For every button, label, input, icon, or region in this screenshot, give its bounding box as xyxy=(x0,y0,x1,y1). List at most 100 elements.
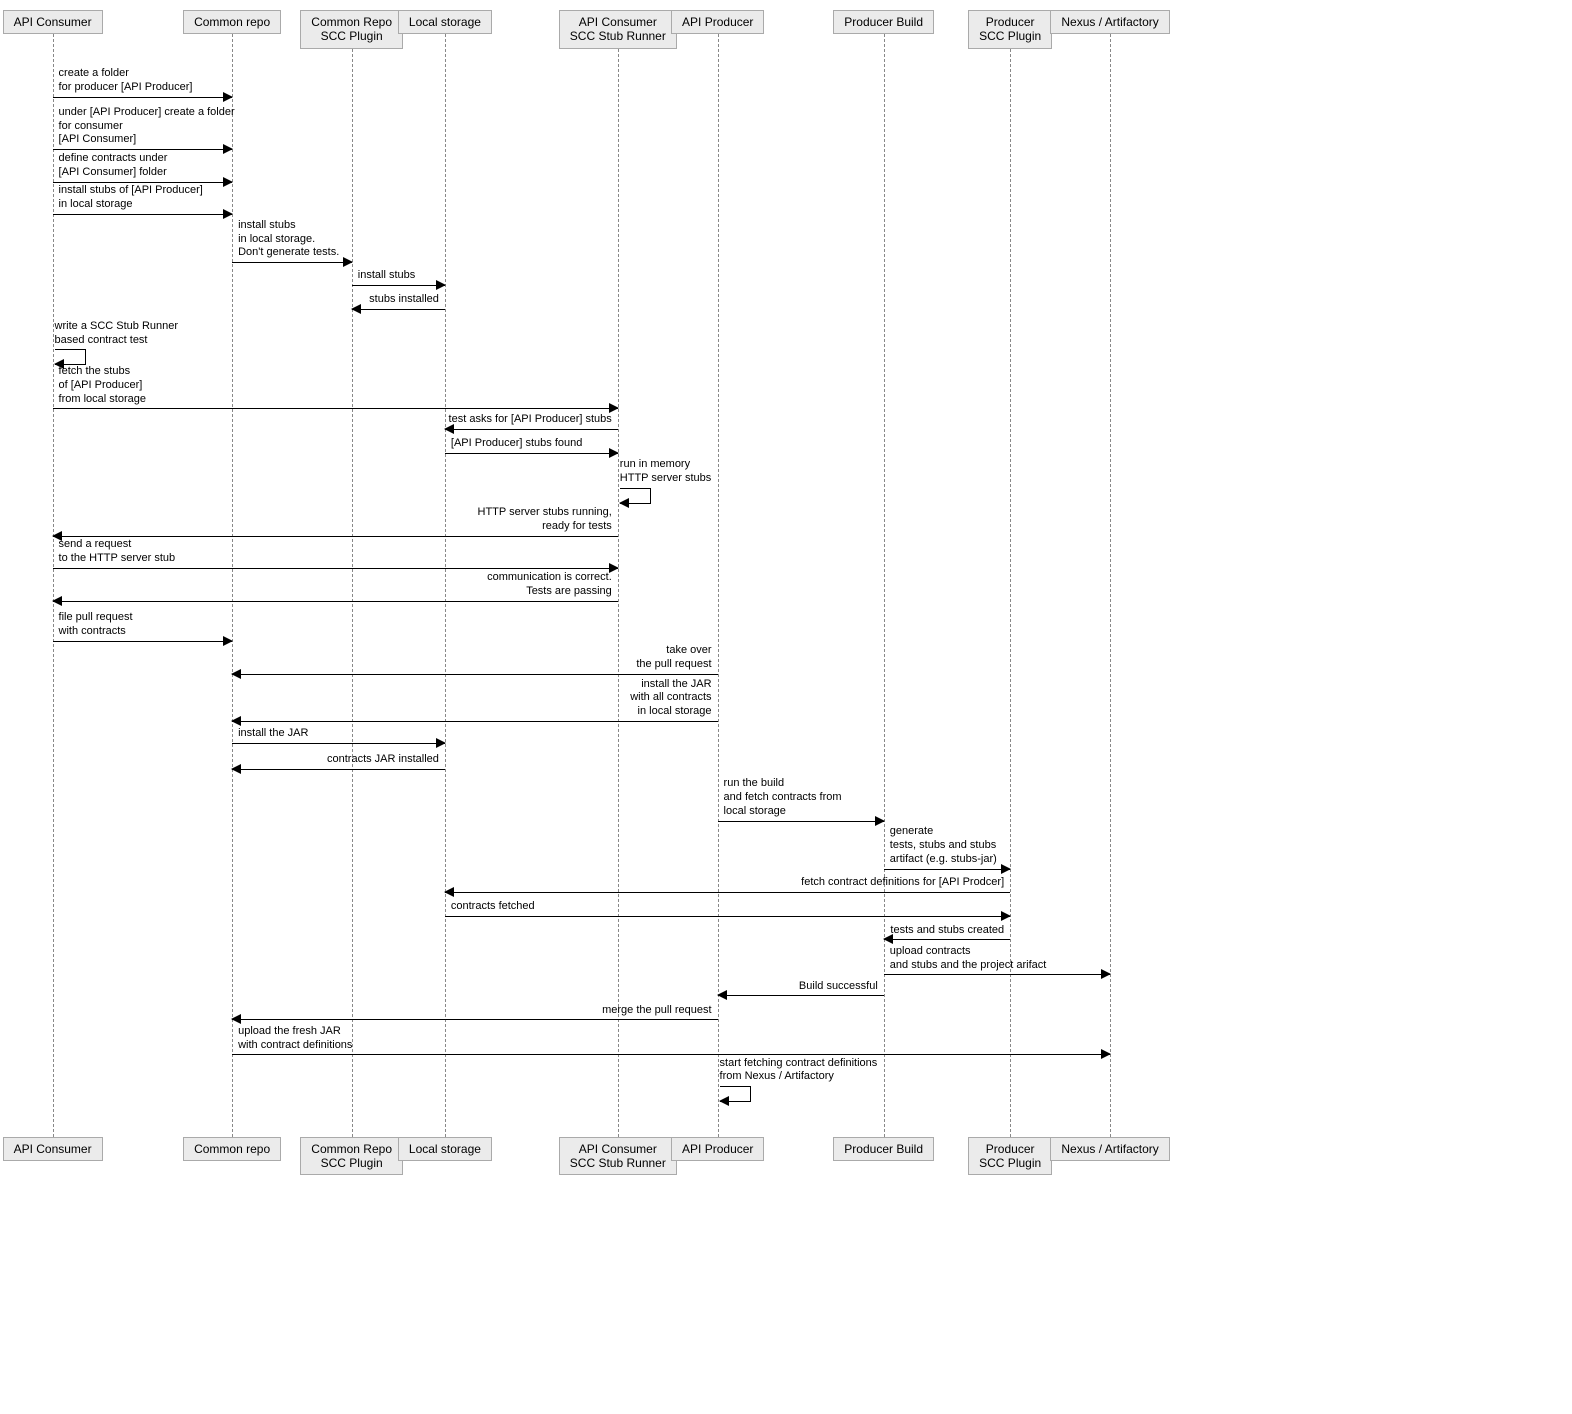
message-label: Build successful xyxy=(718,980,884,996)
arrow-right-icon xyxy=(343,257,353,267)
message-label: stubs installed xyxy=(352,293,445,309)
participant-common-repo-scc-top: Common Repo SCC Plugin xyxy=(300,10,403,49)
message-label: send a request to the HTTP server stub xyxy=(53,538,618,568)
arrow-right-icon xyxy=(875,816,885,826)
message-3: install stubs of [API Producer] in local… xyxy=(53,184,233,215)
message-label: test asks for [API Producer] stubs xyxy=(445,413,618,429)
lifeline-api-consumer-stub xyxy=(618,49,619,1137)
arrow-left-icon xyxy=(351,304,361,314)
message-29: start fetching contract definitions from… xyxy=(720,1057,878,1103)
participant-local-storage-top: Local storage xyxy=(398,10,492,34)
arrow-left-icon xyxy=(231,716,241,726)
arrow-left-icon xyxy=(444,887,454,897)
message-label: upload contracts and stubs and the proje… xyxy=(884,945,1110,975)
message-label: install stubs in local storage. Don't ge… xyxy=(232,219,352,262)
message-label: install stubs of [API Producer] in local… xyxy=(53,184,233,214)
arrow-right-icon xyxy=(609,448,619,458)
message-12: HTTP server stubs running, ready for tes… xyxy=(53,506,618,537)
participant-common-repo-top: Common repo xyxy=(183,10,281,34)
arrow-right-icon xyxy=(223,209,233,219)
message-8: fetch the stubs of [API Producer] from l… xyxy=(53,365,618,409)
message-22: fetch contract definitions for [API Prod… xyxy=(445,876,1010,893)
message-10: [API Producer] stubs found xyxy=(445,437,618,454)
message-26: Build successful xyxy=(718,980,884,997)
lifeline-api-producer xyxy=(718,34,719,1137)
message-label: generate tests, stubs and stubs artifact… xyxy=(884,825,1010,868)
participant-api-consumer-stub-top: API Consumer SCC Stub Runner xyxy=(559,10,677,49)
message-label: start fetching contract definitions from… xyxy=(720,1057,878,1087)
arrow-left-icon xyxy=(444,424,454,434)
message-label: file pull request with contracts xyxy=(53,611,233,641)
message-label: install stubs xyxy=(352,269,445,285)
message-label: HTTP server stubs running, ready for tes… xyxy=(53,506,618,536)
message-16: take over the pull request xyxy=(232,644,717,675)
message-5: install stubs xyxy=(352,269,445,286)
message-19: contracts JAR installed xyxy=(232,753,445,770)
message-25: upload contracts and stubs and the proje… xyxy=(884,945,1110,976)
message-label: run the build and fetch contracts from l… xyxy=(718,777,884,820)
message-label: define contracts under [API Consumer] fo… xyxy=(53,152,233,182)
message-7: write a SCC Stub Runner based contract t… xyxy=(55,320,179,366)
message-15: file pull request with contracts xyxy=(53,611,233,642)
message-label: upload the fresh JAR with contract defin… xyxy=(232,1025,1110,1055)
message-label: create a folder for producer [API Produc… xyxy=(53,67,233,97)
message-28: upload the fresh JAR with contract defin… xyxy=(232,1025,1110,1056)
participant-local-storage-bottom: Local storage xyxy=(398,1137,492,1161)
message-0: create a folder for producer [API Produc… xyxy=(53,67,233,98)
message-27: merge the pull request xyxy=(232,1004,717,1021)
arrow-left-icon xyxy=(883,934,893,944)
arrow-left-icon xyxy=(717,990,727,1000)
message-17: install the JAR with all contracts in lo… xyxy=(232,678,717,722)
arrow-right-icon xyxy=(223,92,233,102)
participant-api-consumer-top: API Consumer xyxy=(3,10,103,34)
message-24: tests and stubs created xyxy=(884,924,1010,941)
message-label: write a SCC Stub Runner based contract t… xyxy=(55,320,179,350)
message-label: install the JAR xyxy=(232,727,445,743)
participant-nexus-bottom: Nexus / Artifactory xyxy=(1050,1137,1169,1161)
arrow-left-icon xyxy=(52,596,62,606)
participant-nexus-top: Nexus / Artifactory xyxy=(1050,10,1169,34)
participant-producer-build-bottom: Producer Build xyxy=(833,1137,934,1161)
message-label: fetch contract definitions for [API Prod… xyxy=(445,876,1010,892)
message-label: tests and stubs created xyxy=(884,924,1010,940)
arrow-right-icon xyxy=(436,738,446,748)
message-label: contracts JAR installed xyxy=(232,753,445,769)
participant-api-producer-bottom: API Producer xyxy=(671,1137,764,1161)
participant-producer-build-top: Producer Build xyxy=(833,10,934,34)
message-13: send a request to the HTTP server stub xyxy=(53,538,618,569)
arrow-left-icon xyxy=(231,764,241,774)
message-11: run in memory HTTP server stubs xyxy=(620,458,712,504)
message-9: test asks for [API Producer] stubs xyxy=(445,413,618,430)
message-21: generate tests, stubs and stubs artifact… xyxy=(884,825,1010,869)
message-label: [API Producer] stubs found xyxy=(445,437,618,453)
participant-api-consumer-stub-bottom: API Consumer SCC Stub Runner xyxy=(559,1137,677,1176)
participant-common-repo-scc-bottom: Common Repo SCC Plugin xyxy=(300,1137,403,1176)
arrow-right-icon xyxy=(436,280,446,290)
message-label: contracts fetched xyxy=(445,900,1010,916)
message-20: run the build and fetch contracts from l… xyxy=(718,777,884,821)
participant-common-repo-bottom: Common repo xyxy=(183,1137,281,1161)
arrow-left-icon xyxy=(231,1014,241,1024)
participant-api-producer-top: API Producer xyxy=(671,10,764,34)
participant-producer-scc-bottom: Producer SCC Plugin xyxy=(968,1137,1052,1176)
participant-api-consumer-bottom: API Consumer xyxy=(3,1137,103,1161)
message-label: fetch the stubs of [API Producer] from l… xyxy=(53,365,618,408)
message-2: define contracts under [API Consumer] fo… xyxy=(53,152,233,183)
message-1: under [API Producer] create a folder for… xyxy=(53,106,233,150)
message-23: contracts fetched xyxy=(445,900,1010,917)
arrow-right-icon xyxy=(1001,864,1011,874)
arrow-right-icon xyxy=(609,403,619,413)
message-label: communication is correct. Tests are pass… xyxy=(53,571,618,601)
message-6: stubs installed xyxy=(352,293,445,310)
message-label: take over the pull request xyxy=(232,644,717,674)
message-14: communication is correct. Tests are pass… xyxy=(53,571,618,602)
message-18: install the JAR xyxy=(232,727,445,744)
arrow-right-icon xyxy=(1101,1049,1111,1059)
arrow-right-icon xyxy=(1101,969,1111,979)
message-label: install the JAR with all contracts in lo… xyxy=(232,678,717,721)
message-4: install stubs in local storage. Don't ge… xyxy=(232,219,352,263)
message-label: under [API Producer] create a folder for… xyxy=(53,106,233,149)
arrow-right-icon xyxy=(1001,911,1011,921)
message-label: merge the pull request xyxy=(232,1004,717,1020)
message-label: run in memory HTTP server stubs xyxy=(620,458,712,488)
